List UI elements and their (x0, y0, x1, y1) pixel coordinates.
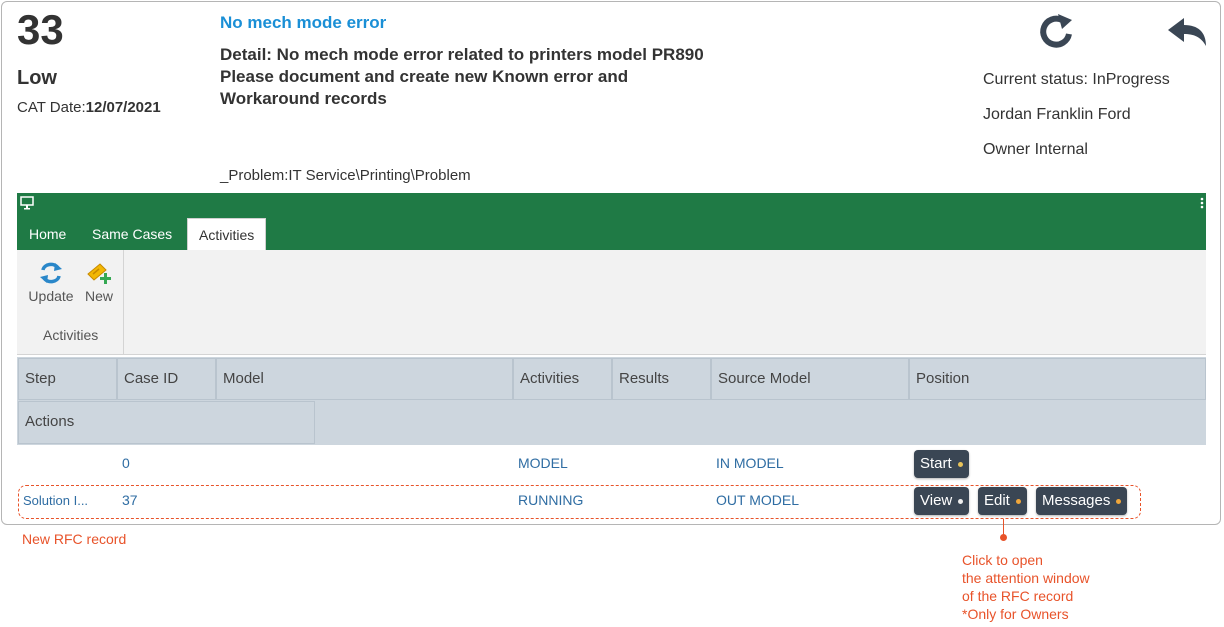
column-header-results[interactable]: Results (612, 358, 711, 400)
priority-label: Low (17, 67, 57, 89)
cat-date: CAT Date:12/07/2021 (17, 99, 161, 116)
cat-date-value: 12/07/2021 (85, 99, 161, 116)
column-header-step[interactable]: Step (18, 358, 117, 400)
new-button[interactable]: New (82, 260, 116, 304)
current-status: Current status: InProgress (983, 71, 1170, 88)
reply-back-icon[interactable] (1166, 14, 1210, 50)
rfc-row-highlight (18, 485, 1141, 519)
column-header-actions[interactable]: Actions (18, 401, 315, 444)
case-detail: Detail: No mech mode error related to pr… (220, 44, 780, 110)
callout-line-text: the attention window (962, 570, 1090, 586)
case-number: 33 (17, 6, 64, 53)
detail-line: Please document and create new Known err… (220, 67, 629, 86)
more-vertical-icon[interactable] (1199, 196, 1205, 210)
assignee-name: Jordan Franklin Ford (983, 106, 1131, 123)
callout-line-text: *Only for Owners (962, 606, 1069, 622)
new-ticket-icon (87, 263, 111, 284)
ribbon-group-label: Activities (43, 327, 99, 343)
column-header-activities[interactable]: Activities (513, 358, 612, 400)
monitor-icon[interactable] (20, 196, 34, 210)
tab-same-cases[interactable]: Same Cases (81, 218, 183, 250)
ribbon (17, 250, 1206, 355)
refresh-icon[interactable] (1032, 12, 1080, 52)
tab-activities[interactable]: Activities (187, 218, 266, 250)
rfc-row-note: New RFC record (22, 531, 127, 547)
row-activities[interactable]: MODEL (518, 455, 568, 471)
row-case-id[interactable]: 0 (122, 455, 130, 471)
update-label: Update (28, 288, 74, 304)
owner-type: Owner Internal (983, 141, 1088, 158)
detail-line: Detail: No mech mode error related to pr… (220, 45, 704, 64)
column-header-case-id[interactable]: Case ID (117, 358, 216, 400)
detail-line: Workaround records (220, 89, 387, 108)
case-category: _Problem:IT Service\Printing\Problem (220, 167, 471, 184)
new-label: New (84, 288, 113, 304)
update-button[interactable]: Update (26, 260, 76, 304)
row-source-model[interactable]: IN MODEL (716, 455, 784, 471)
button-callout-note: Click to open the attention window of th… (962, 551, 1090, 623)
callout-dot (1000, 534, 1007, 541)
column-header-position[interactable]: Position (909, 358, 1206, 400)
start-button[interactable]: Start (914, 450, 969, 478)
start-indicator-icon (957, 461, 963, 467)
case-title: No mech mode error (220, 13, 387, 32)
callout-line-text: Click to open (962, 552, 1043, 568)
column-header-source-model[interactable]: Source Model (711, 358, 909, 400)
tab-home[interactable]: Home (18, 218, 77, 250)
column-header-model[interactable]: Model (216, 358, 513, 400)
callout-line-text: of the RFC record (962, 588, 1074, 604)
start-label: Start (920, 455, 952, 472)
cat-date-label: CAT Date: (17, 99, 86, 116)
update-icon (40, 262, 62, 284)
